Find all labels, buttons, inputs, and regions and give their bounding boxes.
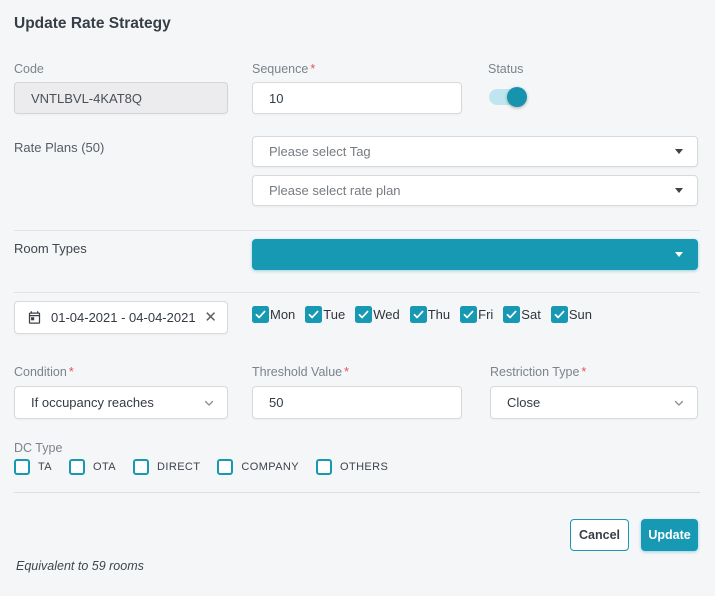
checkbox-ota[interactable]: OTA	[69, 459, 116, 475]
checkbox-checked-icon[interactable]	[460, 306, 477, 323]
threshold-input[interactable]	[252, 386, 462, 419]
section-divider	[14, 492, 700, 493]
tag-select[interactable]: Please select Tag	[252, 136, 698, 167]
checkbox-sun[interactable]: Sun	[551, 306, 592, 323]
caret-down-icon	[675, 149, 683, 154]
restriction-type-label: Restriction Type*	[490, 365, 586, 379]
threshold-label: Threshold Value*	[252, 365, 349, 379]
checkbox-tue[interactable]: Tue	[305, 306, 345, 323]
room-types-label: Room Types	[14, 241, 87, 256]
condition-select[interactable]: If occupancy reaches	[14, 386, 228, 419]
equivalent-rooms-note: Equivalent to 59 rooms	[16, 559, 144, 573]
checkbox-label: TA	[38, 461, 52, 473]
dc-type-label: DC Type	[14, 441, 62, 455]
required-asterisk: *	[344, 365, 349, 379]
checkbox-label: Mon	[270, 307, 295, 322]
toggle-knob	[507, 87, 527, 107]
condition-select-value: If occupancy reaches	[31, 395, 203, 410]
rate-plan-select[interactable]: Please select rate plan	[252, 175, 698, 206]
date-range-value: 01-04-2021 - 04-04-2021	[51, 310, 204, 325]
room-types-select[interactable]	[252, 239, 698, 270]
checkbox-label: OTHERS	[340, 461, 388, 473]
caret-down-icon	[675, 188, 683, 193]
caret-down-icon	[675, 252, 683, 257]
checkbox-unchecked-icon[interactable]	[316, 459, 332, 475]
required-asterisk: *	[310, 62, 315, 76]
condition-label: Condition*	[14, 365, 74, 379]
checkbox-checked-icon[interactable]	[551, 306, 568, 323]
checkbox-checked-icon[interactable]	[252, 306, 269, 323]
checkbox-label: Tue	[323, 307, 345, 322]
checkbox-label: Thu	[428, 307, 450, 322]
checkbox-unchecked-icon[interactable]	[14, 459, 30, 475]
checkbox-mon[interactable]: Mon	[252, 306, 295, 323]
dc-type-checkbox-group: TA OTA DIRECT COMPANY OTHERS	[14, 459, 405, 475]
cancel-button[interactable]: Cancel	[570, 519, 629, 551]
checkbox-checked-icon[interactable]	[305, 306, 322, 323]
sequence-input[interactable]	[252, 82, 462, 114]
checkbox-checked-icon[interactable]	[355, 306, 372, 323]
status-toggle[interactable]	[489, 88, 526, 106]
checkbox-label: COMPANY	[241, 461, 299, 473]
checkbox-others[interactable]: OTHERS	[316, 459, 388, 475]
update-button[interactable]: Update	[641, 519, 698, 551]
section-divider	[14, 292, 700, 293]
chevron-down-icon	[203, 397, 215, 409]
calendar-icon[interactable]	[27, 310, 42, 325]
required-asterisk: *	[69, 365, 74, 379]
weekday-checkbox-group: Mon Tue Wed Thu Fri Sat Sun	[252, 306, 602, 323]
checkbox-unchecked-icon[interactable]	[69, 459, 85, 475]
chevron-down-icon	[673, 397, 685, 409]
checkbox-wed[interactable]: Wed	[355, 306, 400, 323]
required-asterisk: *	[581, 365, 586, 379]
checkbox-ta[interactable]: TA	[14, 459, 52, 475]
checkbox-label: Sun	[569, 307, 592, 322]
checkbox-unchecked-icon[interactable]	[133, 459, 149, 475]
status-label: Status	[488, 62, 523, 76]
checkbox-checked-icon[interactable]	[503, 306, 520, 323]
checkbox-fri[interactable]: Fri	[460, 306, 493, 323]
rate-plan-select-placeholder: Please select rate plan	[269, 183, 675, 198]
restriction-type-select[interactable]: Close	[490, 386, 698, 419]
rate-plans-label: Rate Plans (50)	[14, 140, 104, 155]
checkbox-direct[interactable]: DIRECT	[133, 459, 200, 475]
checkbox-label: Sat	[521, 307, 541, 322]
restriction-type-select-value: Close	[507, 395, 673, 410]
tag-select-placeholder: Please select Tag	[269, 144, 675, 159]
update-rate-strategy-form: Update Rate Strategy Code Sequence* Stat…	[0, 0, 715, 596]
checkbox-sat[interactable]: Sat	[503, 306, 541, 323]
checkbox-label: Fri	[478, 307, 493, 322]
checkbox-company[interactable]: COMPANY	[217, 459, 299, 475]
checkbox-label: DIRECT	[157, 461, 200, 473]
page-title: Update Rate Strategy	[14, 15, 171, 33]
date-range-field[interactable]: 01-04-2021 - 04-04-2021 ✕	[14, 301, 228, 334]
checkbox-thu[interactable]: Thu	[410, 306, 450, 323]
code-label: Code	[14, 62, 44, 76]
sequence-label: Sequence*	[252, 62, 315, 76]
checkbox-unchecked-icon[interactable]	[217, 459, 233, 475]
code-field	[14, 82, 228, 114]
clear-date-icon[interactable]: ✕	[204, 310, 217, 325]
checkbox-label: OTA	[93, 461, 116, 473]
section-divider	[14, 230, 700, 231]
checkbox-checked-icon[interactable]	[410, 306, 427, 323]
checkbox-label: Wed	[373, 307, 400, 322]
